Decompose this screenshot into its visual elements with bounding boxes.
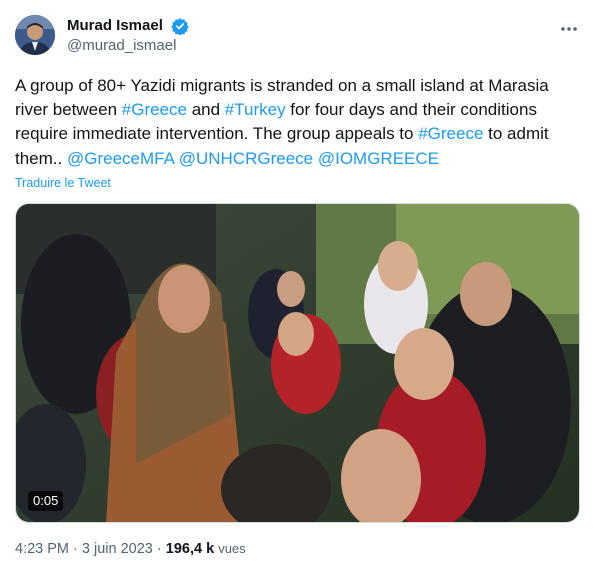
tweet-header: Murad Ismael @murad_ismael: [15, 15, 587, 59]
tweet-text: A group of 80+ Yazidi migrants is strand…: [15, 74, 585, 171]
separator: ·: [73, 541, 78, 557]
tweet-text-segment: and: [186, 100, 225, 120]
display-name[interactable]: Murad Ismael: [67, 16, 163, 36]
video-thumbnail: [16, 204, 579, 522]
views-label: vues: [218, 541, 246, 556]
hashtag-or-mention-link[interactable]: @UNHCRGreece: [179, 149, 313, 168]
hashtag-or-mention-link[interactable]: #Greece: [122, 100, 187, 119]
views-count: 196,4 k: [165, 541, 215, 557]
hashtag-or-mention-link[interactable]: #Turkey: [225, 100, 286, 119]
avatar[interactable]: [15, 15, 55, 55]
translate-link[interactable]: Traduire le Tweet: [15, 176, 111, 190]
hashtag-or-mention-link[interactable]: @GreeceMFA: [67, 149, 174, 168]
tweet-date[interactable]: 3 juin 2023: [82, 541, 153, 557]
handle[interactable]: @murad_ismael: [67, 36, 189, 56]
more-horizontal-icon[interactable]: [557, 19, 581, 39]
verified-badge-icon: [171, 17, 190, 36]
tweet-time[interactable]: 4:23 PM: [15, 541, 69, 557]
separator: ·: [156, 541, 162, 557]
tweet-video[interactable]: 0:05: [15, 203, 580, 523]
hashtag-or-mention-link[interactable]: #Greece: [418, 124, 483, 143]
tweet-meta: 4:23 PM · 3 juin 2023 · 196,4 k vues: [15, 541, 246, 557]
video-duration: 0:05: [28, 491, 64, 511]
hashtag-or-mention-link[interactable]: @IOMGREECE: [318, 149, 439, 168]
